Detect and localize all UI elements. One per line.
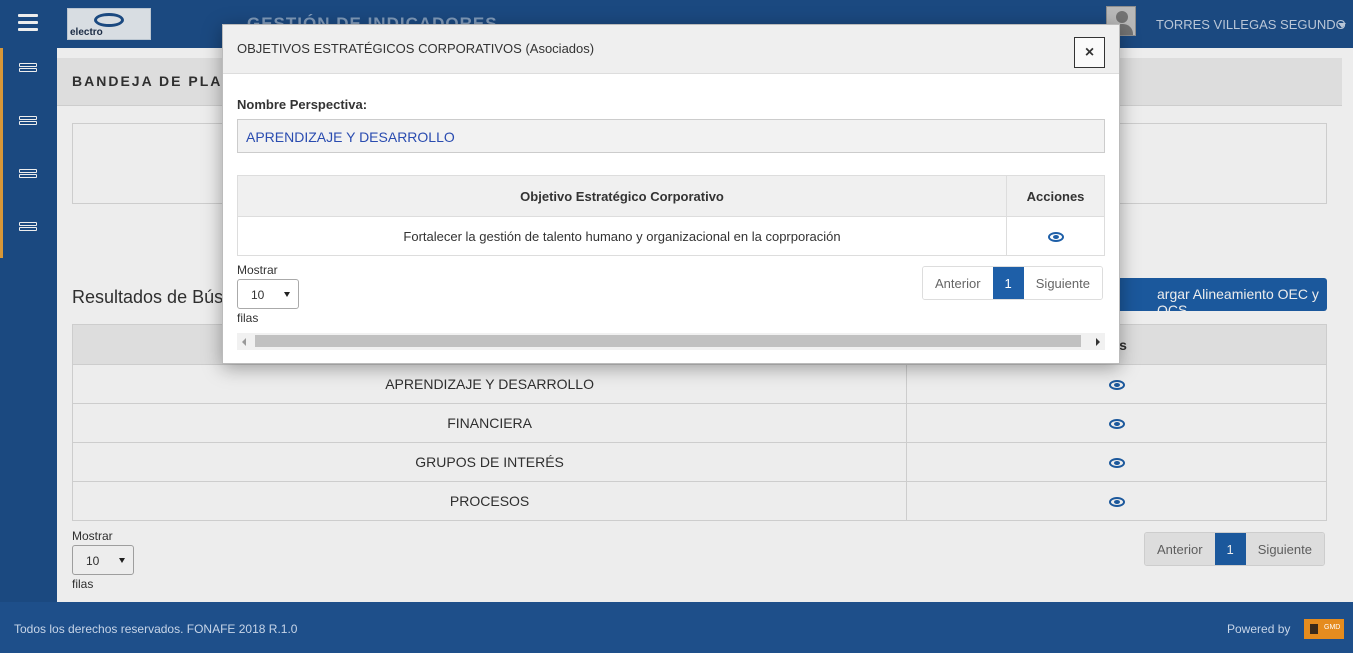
horizontal-scrollbar[interactable] — [237, 333, 1105, 350]
modal-dialog: OBJETIVOS ESTRATÉGICOS CORPORATIVOS (Aso… — [222, 24, 1120, 364]
modal-header: OBJETIVOS ESTRATÉGICOS CORPORATIVOS (Aso… — [223, 25, 1119, 74]
footer-copyright: Todos los derechos reservados. FONAFE 20… — [14, 622, 298, 636]
show-label: Mostrar — [237, 263, 278, 277]
scroll-thumb[interactable] — [255, 335, 1081, 347]
pager-next[interactable]: Siguiente — [1023, 267, 1102, 299]
pager-page[interactable]: 1 — [992, 267, 1024, 299]
rows-per-page: Mostrar 10 filas — [237, 263, 299, 325]
footer-powered-by: Powered by — [1227, 622, 1291, 636]
close-button[interactable]: × — [1074, 37, 1105, 68]
table-cell: Fortalecer la gestión de talento humano … — [236, 216, 1008, 256]
scroll-right-icon[interactable] — [1096, 338, 1100, 346]
footer: Todos los derechos reservados. FONAFE 20… — [0, 602, 1353, 653]
column-header-actions: Acciones — [1006, 175, 1105, 217]
table-cell-actions — [1006, 216, 1105, 256]
objectives-table: Objetivo Estratégico Corporativo Accione… — [236, 175, 1105, 256]
scroll-left-icon[interactable] — [242, 338, 246, 346]
pagination: Anterior 1 Siguiente — [922, 266, 1103, 300]
caret-down-icon — [284, 292, 290, 297]
perspective-field[interactable]: APRENDIZAJE Y DESARROLLO — [237, 119, 1105, 153]
column-header-objective: Objetivo Estratégico Corporativo — [236, 175, 1008, 217]
rows-label: filas — [237, 311, 259, 325]
perspective-label: Nombre Perspectiva: — [237, 97, 368, 112]
table-row: Fortalecer la gestión de talento humano … — [236, 216, 1105, 256]
modal-title: OBJETIVOS ESTRATÉGICOS CORPORATIVOS (Aso… — [237, 41, 595, 56]
rows-select[interactable]: 10 — [237, 279, 299, 309]
gmd-logo: GMD — [1304, 619, 1344, 639]
pager-prev[interactable]: Anterior — [923, 267, 993, 299]
eye-icon[interactable] — [1047, 232, 1064, 243]
rows-select-value: 10 — [251, 288, 265, 302]
